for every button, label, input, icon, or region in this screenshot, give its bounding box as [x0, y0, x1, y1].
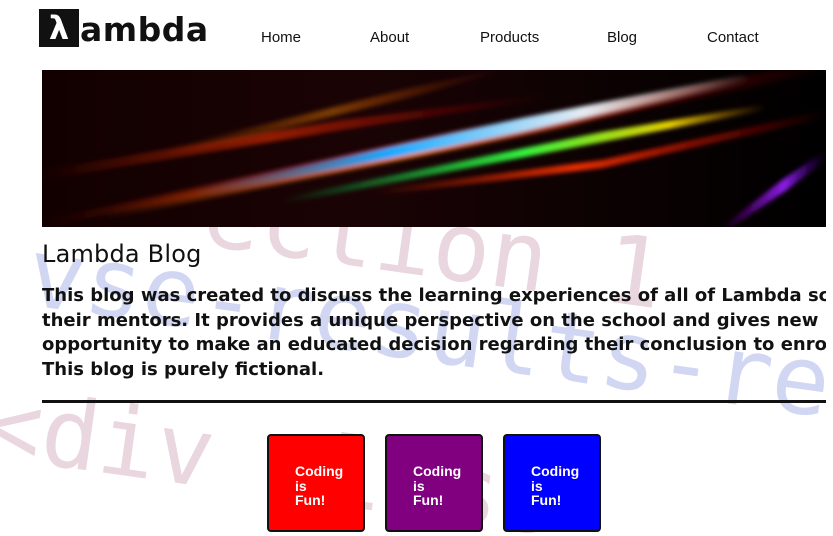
blog-intro-section: Lambda Blog This blog was created to dis…	[42, 240, 826, 380]
card-line: is	[531, 477, 543, 494]
card-line: Coding	[413, 463, 462, 479]
nav-contact-link[interactable]: Contact	[707, 29, 759, 46]
card-line: Fun!	[295, 492, 326, 508]
card-line: Coding	[295, 463, 344, 479]
hero-banner-image	[42, 70, 826, 227]
intro-line: This blog was created to discuss the lea…	[42, 285, 826, 306]
intro-line: This blog is purely fictional.	[42, 358, 325, 380]
nav-about-link[interactable]: About	[370, 29, 409, 46]
nav-home-link[interactable]: Home	[261, 29, 301, 46]
card-line: Coding	[531, 463, 580, 479]
site-header: λ ambda Home About Products Blog Contact	[0, 0, 833, 70]
section-divider	[42, 400, 826, 403]
coding-card-red[interactable]: Coding is Fun!	[267, 434, 365, 532]
card-line: is	[295, 477, 307, 494]
card-line: Fun!	[413, 492, 444, 508]
blog-intro-paragraph: This blog was created to discuss the lea…	[42, 284, 826, 382]
page-title: Lambda Blog	[42, 240, 202, 268]
intro-line: opportunity to make an educated decision…	[42, 334, 826, 355]
nav-blog-link[interactable]: Blog	[607, 29, 637, 46]
card-line: Fun!	[531, 492, 562, 508]
card-line: is	[413, 477, 425, 494]
coding-card-blue[interactable]: Coding is Fun!	[503, 434, 601, 532]
coding-card-purple[interactable]: Coding is Fun!	[385, 434, 483, 532]
intro-line: their mentors. It provides a unique pers…	[42, 309, 826, 331]
main-nav: Home About Products Blog Contact	[0, 29, 833, 49]
nav-products-link[interactable]: Products	[480, 29, 539, 46]
